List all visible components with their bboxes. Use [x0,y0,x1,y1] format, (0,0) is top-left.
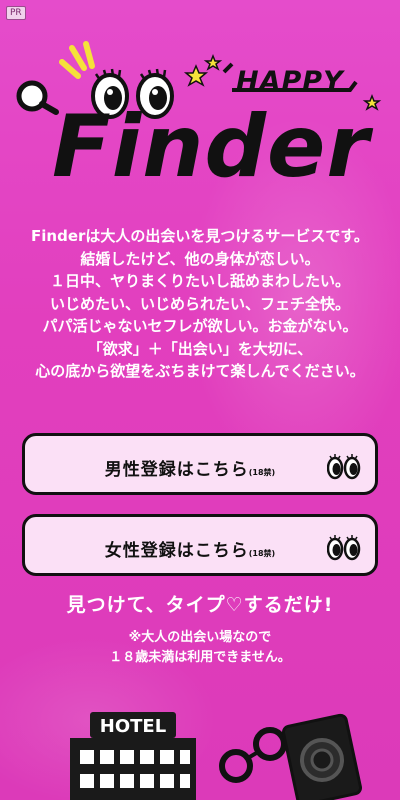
burst-lines-icon [59,41,95,79]
intro-line: 結婚したけど、他の身体が恋しい。 [80,249,320,268]
female-register-button[interactable]: 女性登録はこちら(18禁) [22,514,378,576]
condom-packet-icon [281,713,363,800]
hotel-icon: HOTEL [70,712,196,800]
male-register-text: 男性登録はこちら [104,460,249,480]
notice-line: １８歳未満は利用できません。 [109,650,291,665]
notice-line: ※大人の出会い場なので [128,630,272,645]
female-age-note: (18禁) [248,549,276,558]
eyes-icon [327,454,361,480]
footer-illustration: HOTEL [70,712,363,800]
logo: HAPPY Finder [0,0,400,210]
handcuffs-icon [219,727,287,783]
brand-logo-text: Finder [52,97,370,197]
female-register-text: 女性登録はこちら [104,541,249,561]
intro-line: １日中、ヤりまくりたいし舐めまわしたい。 [49,272,350,290]
intro-line: Finderは大人の出会いを見つけるサービスです。 [31,227,369,245]
tagline: 見つけて、タイプ♡するだけ! [66,594,334,616]
male-register-label: 男性登録はこちら(18禁) [25,455,355,480]
age-notice: ※大人の出会い場なので １８歳未満は利用できません。 [0,628,400,668]
intro-line: パパ活じゃないセフレが欲しい。お金がない。 [42,317,358,335]
magnifier-icon [16,80,59,115]
hotel-sign-text: HOTEL [100,716,166,737]
intro-text: Finderは大人の出会いを見つけるサービスです。 結婚したけど、他の身体が恋し… [0,225,400,383]
eyes-icon [327,535,361,561]
intro-line: 心の底から欲望をぶちまけて楽しんでください。 [35,362,365,380]
male-register-button[interactable]: 男性登録はこちら(18禁) [22,433,378,495]
intro-line: いじめたい、いじめられたい、フェチ全快。 [49,294,350,313]
female-register-label: 女性登録はこちら(18禁) [25,536,355,561]
happy-text: HAPPY [236,66,344,97]
intro-line: 「欲求」＋「出会い」を大切に、 [87,339,313,358]
male-age-note: (18禁) [248,468,276,477]
